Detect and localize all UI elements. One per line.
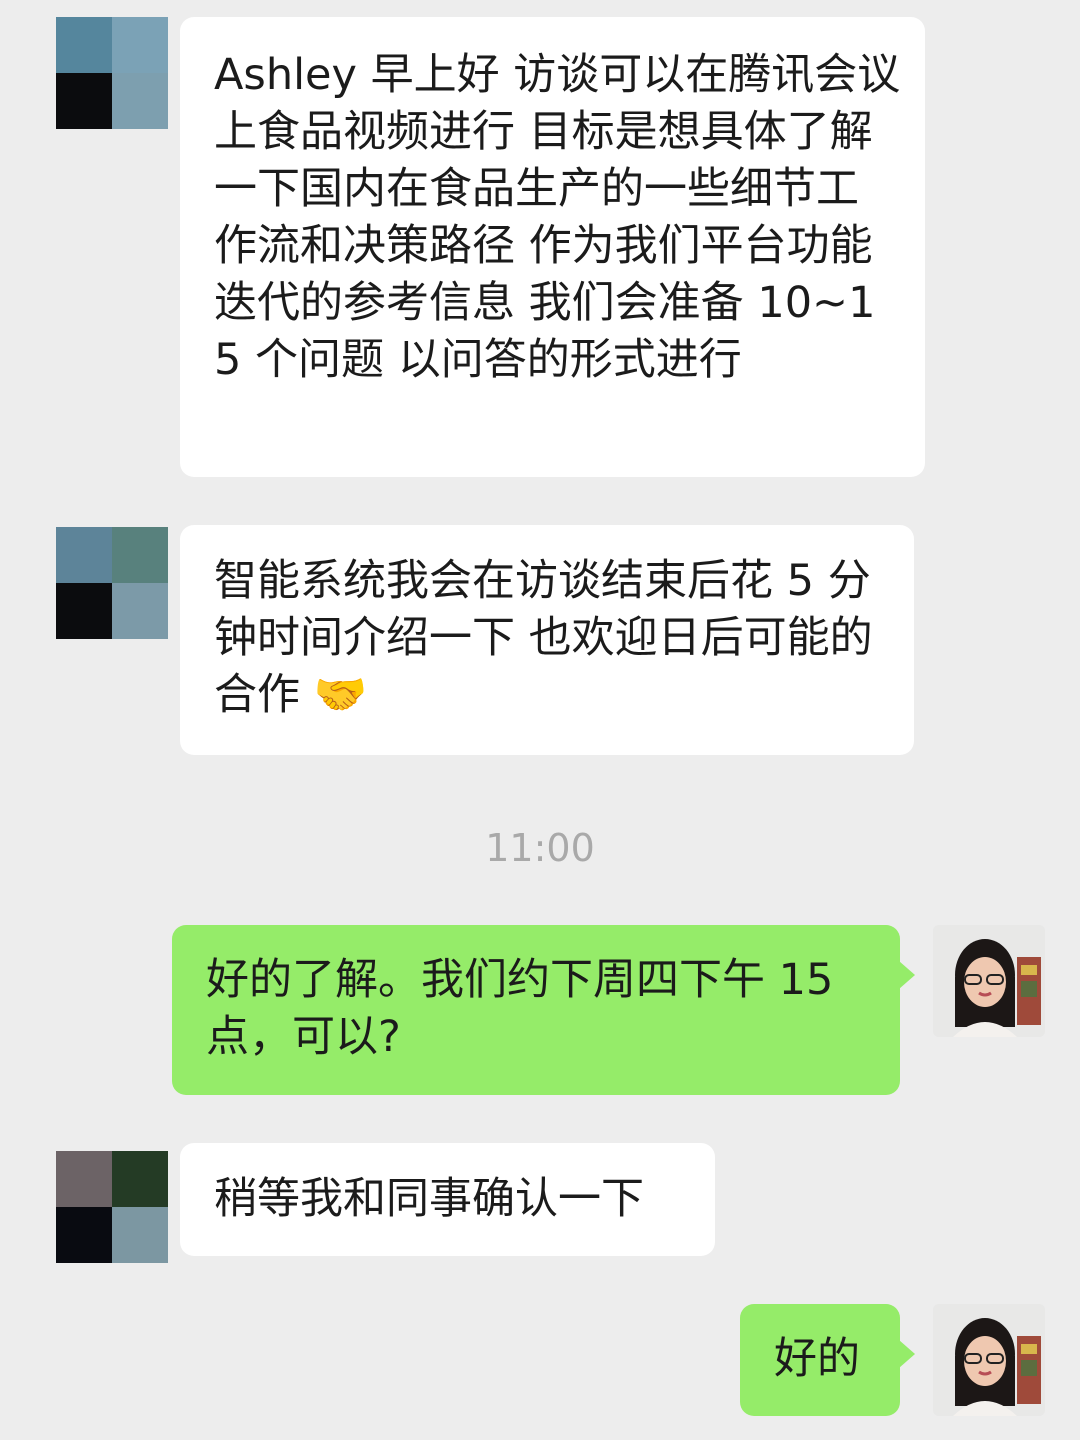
message-bubble-outgoing[interactable]: 好的了解。我们约下周四下午 15 点，可以?	[172, 925, 915, 1095]
user-avatar[interactable]	[933, 1304, 1045, 1416]
avatar-pixel	[112, 1207, 168, 1263]
contact-avatar[interactable]	[56, 17, 168, 129]
message-text: 智能系统我会在访谈结束后花 5 分钟时间介绍一下 也欢迎日后可能的合作 🤝	[214, 556, 873, 720]
user-avatar[interactable]	[933, 925, 1045, 1037]
message-bubble-incoming[interactable]: 智能系统我会在访谈结束后花 5 分钟时间介绍一下 也欢迎日后可能的合作 🤝	[180, 525, 914, 755]
message-bubble-outgoing[interactable]: 好的	[740, 1304, 915, 1416]
message-text: 好的	[774, 1334, 860, 1384]
avatar-pixel	[112, 1151, 168, 1207]
avatar-pixel	[56, 527, 112, 583]
contact-avatar[interactable]	[56, 527, 168, 639]
chat-timestamp: 11:00	[485, 826, 595, 870]
user-portrait-icon	[933, 925, 1045, 1037]
user-portrait-icon	[933, 1304, 1045, 1416]
avatar-pixel	[56, 1207, 112, 1263]
contact-avatar[interactable]	[56, 1151, 168, 1263]
message-text: 好的了解。我们约下周四下午 15 点，可以?	[206, 955, 834, 1062]
message-text: Ashley 早上好 访谈可以在腾讯会议上食品视频进行 目标是想具体了解一下国内…	[214, 50, 901, 385]
avatar-pixel	[56, 73, 112, 129]
avatar-pixel	[56, 1151, 112, 1207]
avatar-pixel	[56, 583, 112, 639]
avatar-pixel	[112, 17, 168, 73]
message-bubble-incoming[interactable]: Ashley 早上好 访谈可以在腾讯会议上食品视频进行 目标是想具体了解一下国内…	[180, 17, 925, 477]
message-bubble-incoming[interactable]: 稍等我和同事确认一下	[180, 1143, 715, 1256]
avatar-pixel	[112, 73, 168, 129]
avatar-pixel	[56, 17, 112, 73]
message-text: 稍等我和同事确认一下	[214, 1174, 644, 1224]
avatar-pixel	[112, 583, 168, 639]
avatar-pixel	[112, 527, 168, 583]
